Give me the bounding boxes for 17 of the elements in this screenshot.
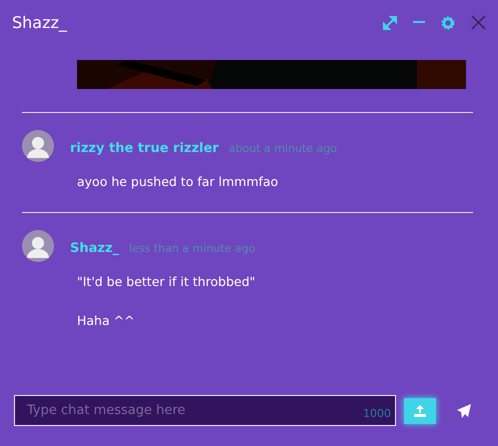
avatar-icon xyxy=(22,230,54,262)
message-time: about a minute ago xyxy=(228,142,337,154)
expand-icon[interactable] xyxy=(383,16,397,30)
send-icon xyxy=(457,404,471,418)
settings-icon[interactable] xyxy=(441,16,455,30)
message-text: Haha ^^ xyxy=(77,313,136,328)
message-text: "It'd be better if it throbbed" xyxy=(77,274,256,289)
window-title: Shazz_ xyxy=(12,13,68,32)
avatar-icon xyxy=(22,130,54,162)
minimize-icon[interactable] xyxy=(413,21,425,24)
upload-icon xyxy=(413,404,427,418)
author-name[interactable]: Shazz_ xyxy=(70,240,120,256)
character-counter: 1000 xyxy=(363,407,391,420)
author-name[interactable]: rizzy the true rizzler xyxy=(70,140,219,156)
close-icon[interactable] xyxy=(471,15,486,30)
message-time: less than a minute ago xyxy=(129,242,256,254)
message-text: ayoo he pushed to far lmmmfao xyxy=(77,174,280,189)
